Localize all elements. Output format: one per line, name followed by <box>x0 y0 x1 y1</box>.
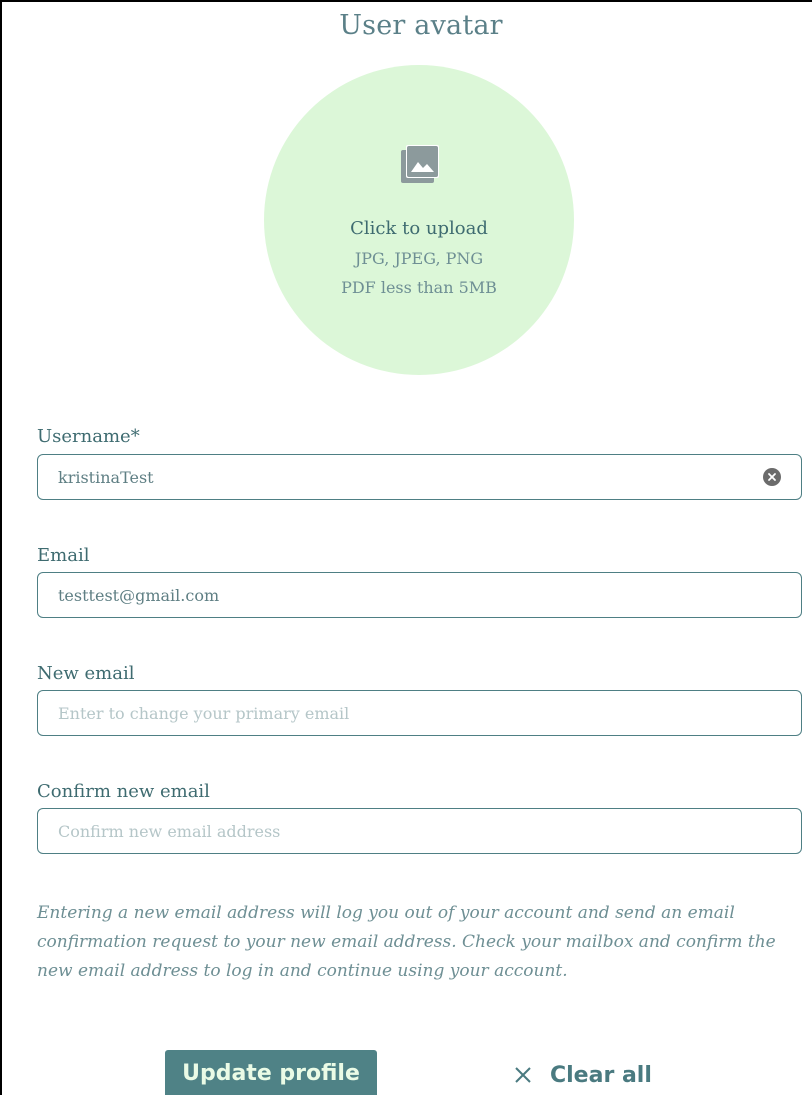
confirm-email-field[interactable] <box>37 808 802 854</box>
confirm-email-label: Confirm new email <box>37 781 210 802</box>
username-input[interactable] <box>58 455 738 499</box>
image-gallery-icon <box>401 145 439 183</box>
close-icon <box>515 1067 531 1083</box>
update-profile-button[interactable]: Update profile <box>165 1050 377 1095</box>
clear-all-button[interactable]: Clear all <box>514 1060 652 1090</box>
new-email-label: New email <box>37 663 135 684</box>
email-label: Email <box>37 545 90 566</box>
username-field[interactable] <box>37 454 802 500</box>
upload-formats: JPG, JPEG, PNG <box>354 249 484 268</box>
avatar-upload-area[interactable]: Click to upload JPG, JPEG, PNG PDF less … <box>264 65 574 375</box>
profile-form: User avatar Click to upload JPG, JPEG, P… <box>0 0 812 1095</box>
email-change-note: Entering a new email address will log yo… <box>37 903 776 981</box>
clear-all-label: Clear all <box>550 1062 652 1088</box>
new-email-field[interactable] <box>37 690 802 736</box>
upload-size-limit: PDF less than 5MB <box>341 278 497 297</box>
clear-input-icon[interactable] <box>763 468 781 486</box>
email-input[interactable] <box>58 573 738 617</box>
email-field[interactable] <box>37 572 802 618</box>
new-email-input[interactable] <box>58 691 738 735</box>
upload-label: Click to upload <box>350 218 488 239</box>
confirm-email-input[interactable] <box>58 809 738 853</box>
username-label: Username* <box>37 426 140 447</box>
section-title: User avatar <box>339 10 503 41</box>
